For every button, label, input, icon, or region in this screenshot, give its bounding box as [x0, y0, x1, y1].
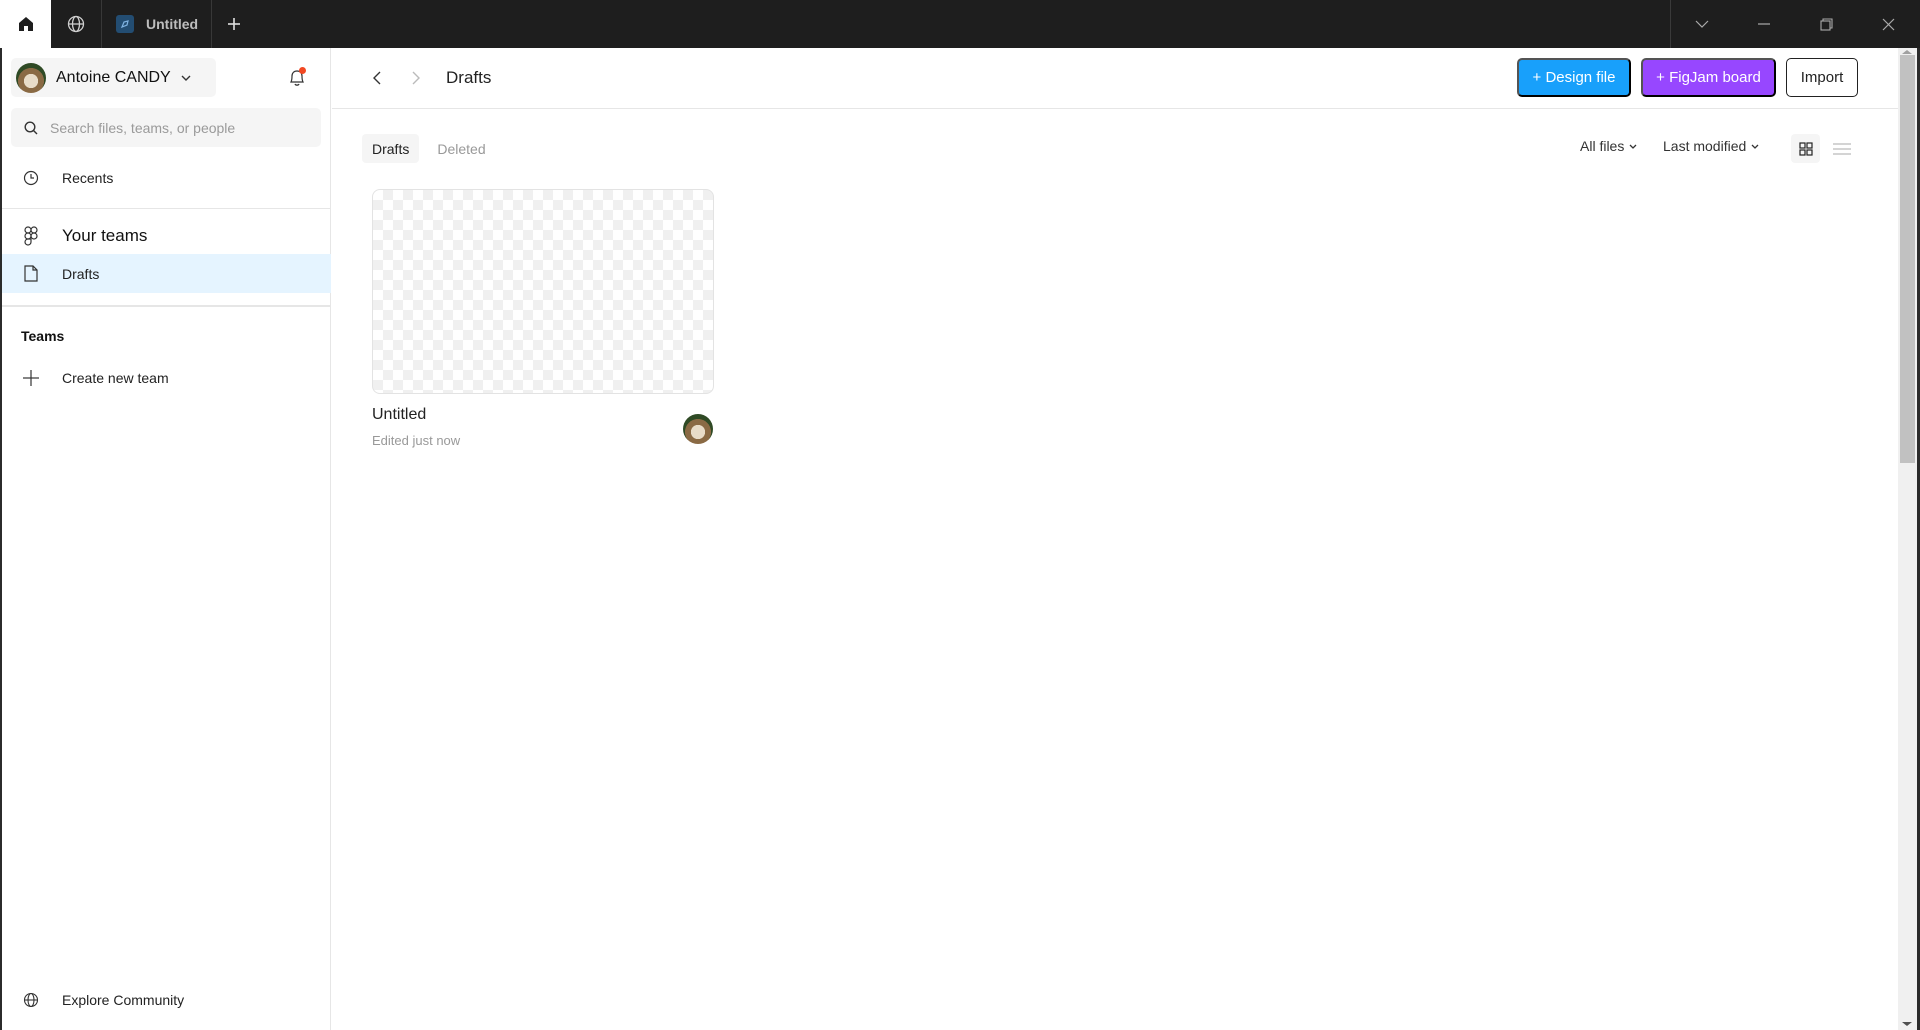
avatar — [16, 62, 46, 93]
chevron-right-icon — [412, 71, 420, 85]
sidebar-item-label: Drafts — [62, 265, 100, 282]
grid-view-button[interactable] — [1791, 134, 1820, 163]
minimize-icon — [1758, 23, 1771, 25]
plus-icon — [22, 369, 40, 387]
content-header: Drafts + Design file + FigJam board Impo… — [332, 48, 1898, 109]
explore-community-link[interactable]: Explore Community — [2, 980, 331, 1019]
sidebar-item-label: Create new team — [62, 369, 169, 386]
chevron-down-icon — [1629, 144, 1637, 149]
scroll-down-arrow-icon[interactable] — [1902, 1022, 1912, 1026]
community-tab[interactable] — [51, 0, 102, 48]
plus-icon — [228, 18, 240, 30]
home-icon — [18, 17, 33, 31]
search-icon — [24, 120, 38, 134]
create-team-button[interactable]: Create new team — [2, 358, 331, 397]
account-name: Antoine CANDY — [56, 68, 171, 86]
search-input[interactable] — [50, 119, 300, 136]
list-icon — [1832, 142, 1851, 155]
scrollbar[interactable] — [1898, 48, 1917, 1030]
filter-label: All files — [1580, 138, 1625, 154]
restore-icon — [1820, 17, 1833, 31]
teams-heading: Teams — [21, 328, 65, 344]
title-bar: Untitled — [0, 0, 1920, 48]
chevron-down-icon — [1695, 20, 1709, 28]
globe-icon — [22, 991, 40, 1009]
sidebar-item-recents[interactable]: Recents — [2, 158, 331, 197]
home-tab[interactable] — [0, 0, 51, 48]
import-button[interactable]: Import — [1786, 58, 1858, 97]
file-filter-dropdown[interactable]: All files — [1580, 138, 1637, 154]
scroll-thumb[interactable] — [1900, 55, 1915, 463]
list-view-button[interactable] — [1827, 134, 1856, 163]
chevron-left-icon — [373, 71, 381, 85]
tab-deleted[interactable]: Deleted — [427, 134, 495, 163]
file-tab-label: Untitled — [146, 16, 199, 32]
tab-menu-button[interactable] — [1671, 0, 1733, 48]
tab-drafts[interactable]: Drafts — [362, 134, 420, 163]
grid-icon — [1798, 141, 1813, 156]
figma-logo-icon — [22, 225, 40, 246]
sidebar-item-label: Your teams — [62, 225, 148, 245]
window-controls — [1670, 0, 1920, 48]
notifications-button[interactable] — [287, 67, 307, 88]
sidebar-item-drafts[interactable]: Drafts — [2, 254, 331, 293]
restore-button[interactable] — [1796, 0, 1858, 48]
new-design-file-button[interactable]: + Design file — [1517, 58, 1631, 97]
sidebar: Antoine CANDY Recents Your teams Drafts … — [2, 48, 331, 1030]
chevron-down-icon — [181, 75, 191, 81]
file-title[interactable]: Untitled — [372, 406, 426, 424]
clock-icon — [22, 169, 40, 187]
sidebar-item-your-teams[interactable]: Your teams — [2, 216, 331, 255]
file-tabs: Drafts Deleted — [362, 134, 496, 163]
sidebar-item-label: Explore Community — [62, 991, 185, 1008]
sidebar-item-label: Recents — [62, 169, 114, 186]
file-owner-avatar — [683, 414, 713, 444]
account-switcher[interactable]: Antoine CANDY — [11, 58, 216, 97]
file-thumbnail[interactable] — [372, 189, 714, 394]
globe-icon — [67, 15, 85, 33]
search-field[interactable] — [11, 108, 321, 147]
back-button[interactable] — [367, 68, 387, 88]
forward-button[interactable] — [406, 68, 426, 88]
divider — [2, 208, 331, 209]
file-icon — [22, 265, 40, 283]
file-edited-time: Edited just now — [372, 433, 461, 448]
minimize-button[interactable] — [1733, 0, 1795, 48]
new-figjam-board-button[interactable]: + FigJam board — [1641, 58, 1776, 97]
design-file-icon — [116, 15, 134, 33]
breadcrumb: Drafts — [446, 68, 492, 87]
chevron-down-icon — [1751, 144, 1759, 149]
scroll-up-arrow-icon[interactable] — [1902, 50, 1912, 54]
new-tab-button[interactable] — [212, 0, 256, 48]
notification-dot — [299, 67, 306, 74]
file-tab-untitled[interactable]: Untitled — [102, 0, 212, 48]
sort-dropdown[interactable]: Last modified — [1663, 138, 1759, 154]
close-icon — [1882, 18, 1895, 30]
divider — [2, 305, 331, 307]
close-button[interactable] — [1858, 0, 1920, 48]
sort-label: Last modified — [1663, 138, 1747, 154]
